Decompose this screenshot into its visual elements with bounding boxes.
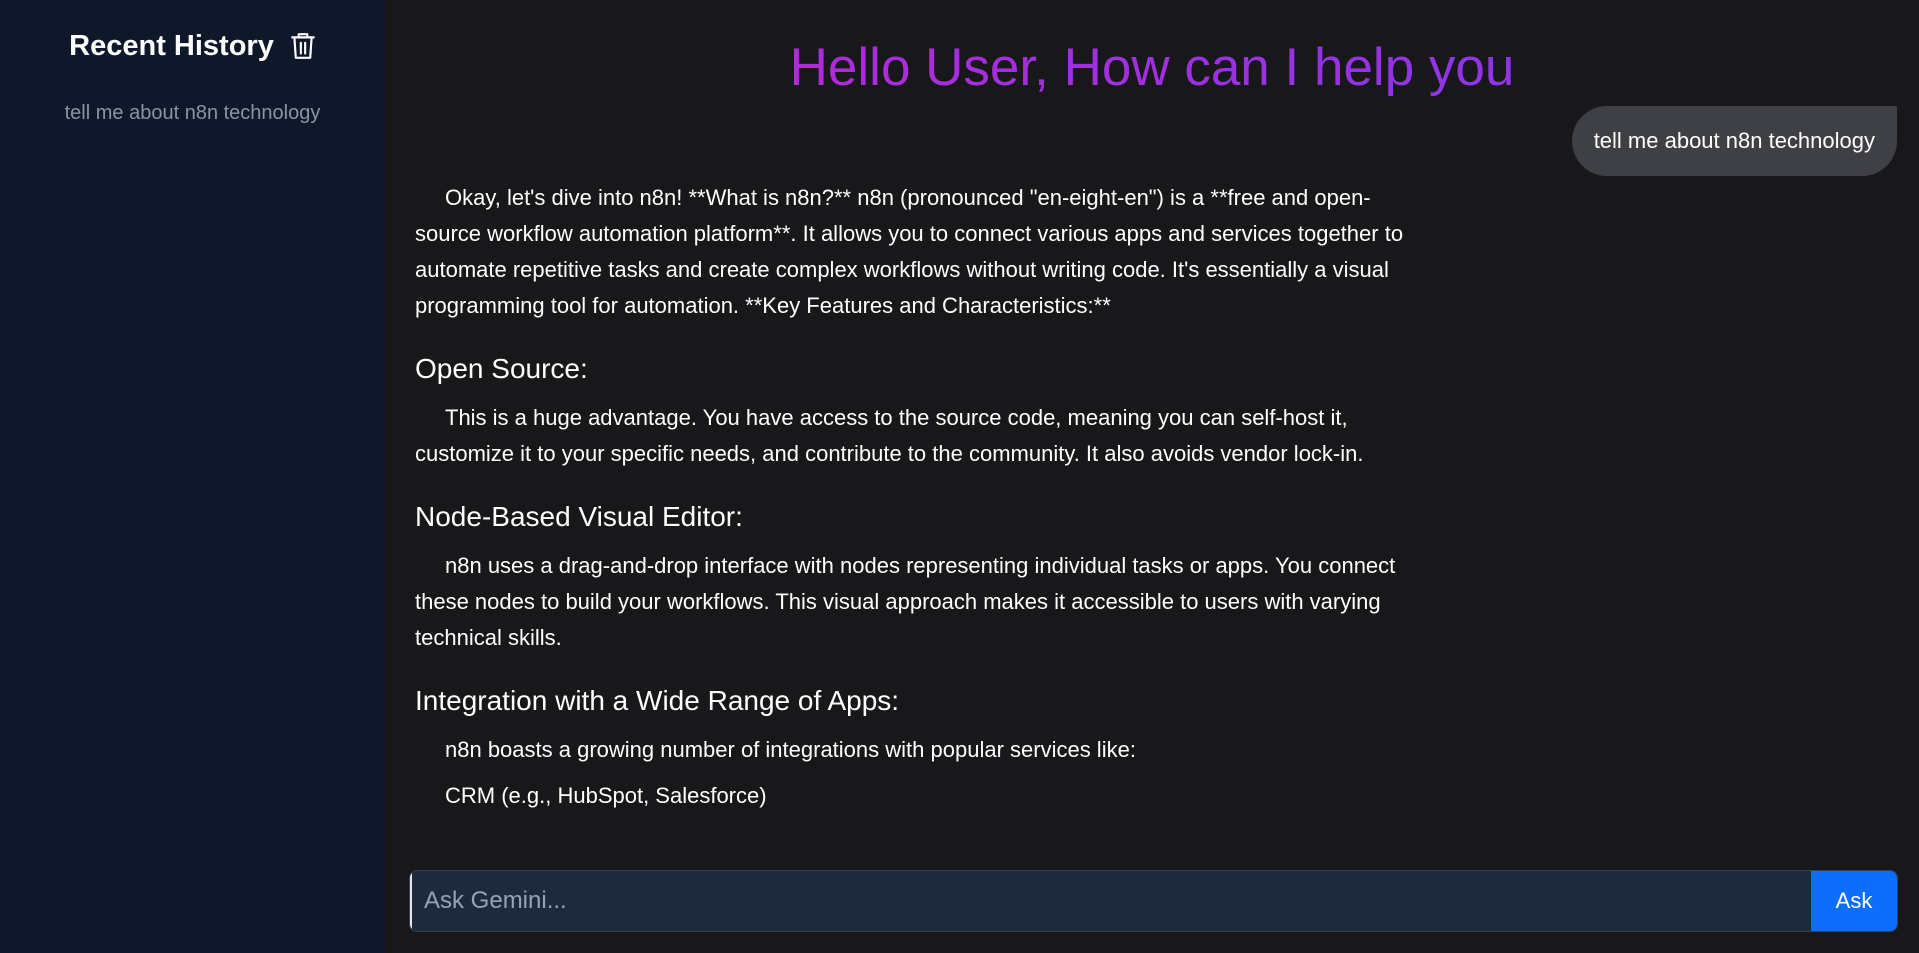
user-message-bubble: tell me about n8n technology [1571, 106, 1897, 176]
sidebar-header: Recent History [0, 28, 385, 64]
greeting-title: Hello User, How can I help you [385, 36, 1919, 100]
section-paragraph: CRM (e.g., HubSpot, Salesforce) [445, 783, 767, 808]
sidebar: Recent History tell me about n8n technol… [0, 0, 385, 953]
history-list: tell me about n8n technology [0, 98, 385, 129]
user-message-text: tell me about n8n technology [1593, 128, 1875, 153]
chat-main: Hello User, How can I help you tell me a… [385, 0, 1919, 953]
section-paragraph: n8n boasts a growing number of integrati… [445, 737, 1136, 762]
section-paragraph: This is a huge advantage. You have acces… [415, 405, 1364, 466]
response-intro: Okay, let's dive into n8n! **What is n8n… [415, 185, 1404, 318]
app-root: Recent History tell me about n8n technol… [0, 0, 1919, 953]
section-paragraph: n8n uses a drag-and-drop interface with … [415, 553, 1396, 650]
section-heading: Node-Based Visual Editor: [415, 501, 743, 532]
section-heading: Open Source: [415, 353, 588, 384]
ask-input[interactable] [410, 871, 1811, 931]
ask-button[interactable]: Ask [1811, 871, 1897, 931]
assistant-response: Okay, let's dive into n8n! **What is n8n… [415, 180, 1435, 855]
sidebar-title: Recent History [69, 29, 274, 62]
history-item[interactable]: tell me about n8n technology [0, 98, 385, 129]
ask-bar: Ask [409, 870, 1898, 932]
section-heading: Integration with a Wide Range of Apps: [415, 685, 900, 716]
trash-icon[interactable] [290, 32, 316, 60]
